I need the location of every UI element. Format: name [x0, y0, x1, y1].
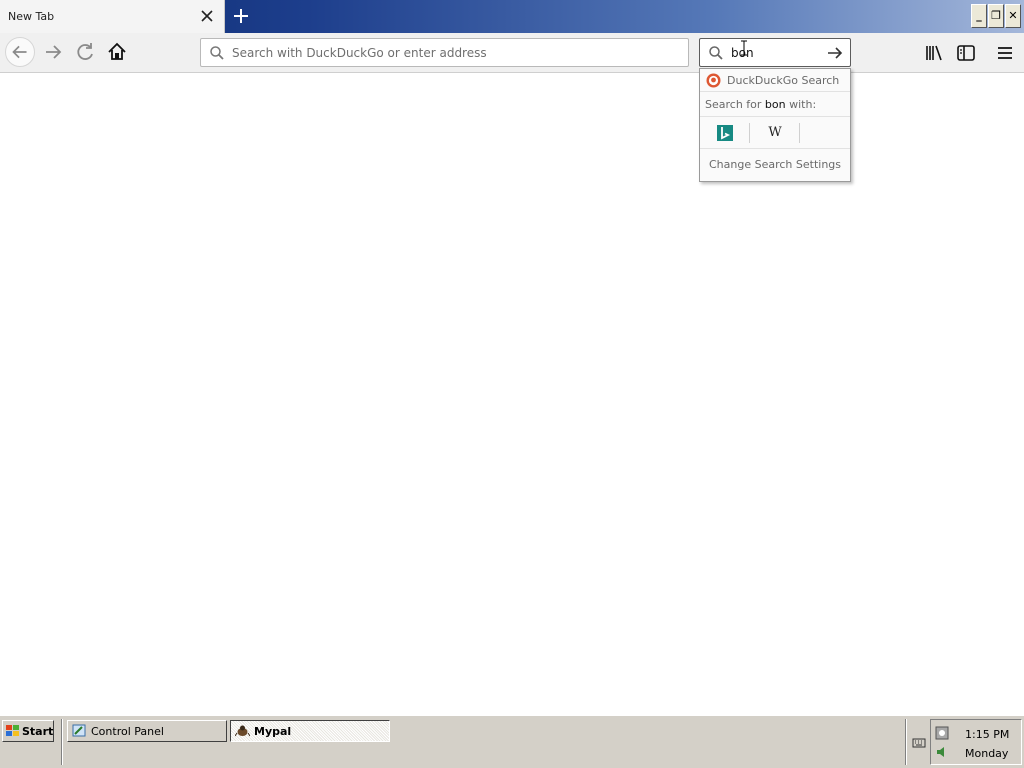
- engine-separator: [799, 123, 800, 143]
- reload-icon[interactable]: [70, 37, 100, 67]
- network-icon[interactable]: [935, 726, 949, 740]
- wikipedia-icon[interactable]: W: [767, 125, 783, 141]
- one-off-engines: W: [700, 116, 850, 149]
- forward-arrow-icon[interactable]: [38, 37, 68, 67]
- search-query: bon: [764, 98, 786, 111]
- keyboard-icon[interactable]: [912, 736, 926, 748]
- bing-icon[interactable]: [717, 125, 733, 141]
- current-engine-row[interactable]: DuckDuckGo Search: [700, 69, 850, 92]
- address-input[interactable]: [232, 43, 672, 62]
- close-icon[interactable]: [199, 8, 215, 24]
- url-bar[interactable]: [200, 38, 689, 67]
- start-button[interactable]: Start: [2, 720, 54, 742]
- search-for-text: Search for bon with:: [705, 98, 816, 111]
- close-window-button[interactable]: ✕: [1005, 4, 1021, 28]
- search-for-suffix: with:: [785, 98, 817, 111]
- home-icon[interactable]: [102, 37, 132, 67]
- hamburger-menu-icon[interactable]: [994, 42, 1016, 64]
- tab-title: New Tab: [8, 10, 55, 23]
- search-bar[interactable]: [699, 38, 851, 67]
- search-icon: [709, 46, 723, 60]
- library-icon[interactable]: [923, 42, 945, 64]
- duckduckgo-icon: [706, 73, 721, 88]
- taskbar: Start Control Panel Mypal 1:15 PM Monday: [0, 715, 1024, 768]
- start-label: Start: [22, 725, 54, 738]
- task-label: Control Panel: [91, 725, 164, 738]
- control-panel-icon: [72, 724, 86, 737]
- change-search-settings-button[interactable]: Change Search Settings: [700, 158, 850, 171]
- taskbar-button-mypal[interactable]: Mypal: [230, 720, 390, 742]
- clock-time: 1:15 PM: [965, 728, 1010, 741]
- tab-strip: New Tab _ ❐ ✕: [0, 0, 1024, 33]
- taskbar-separator: [905, 719, 907, 765]
- system-tray: 1:15 PM Monday: [930, 719, 1022, 765]
- clock-day: Monday: [965, 747, 1009, 760]
- taskbar-button-control-panel[interactable]: Control Panel: [67, 720, 227, 742]
- tab-new-tab[interactable]: New Tab: [0, 0, 225, 33]
- engine-label: DuckDuckGo Search: [727, 74, 840, 87]
- plus-icon[interactable]: [230, 5, 252, 27]
- volume-icon[interactable]: [935, 745, 949, 759]
- engine-separator: [749, 123, 750, 143]
- search-suggestions-popup: DuckDuckGo Search Search for bon with: W…: [699, 68, 851, 182]
- taskbar-separator: [61, 719, 63, 765]
- sidebar-icon[interactable]: [955, 42, 977, 64]
- back-arrow-icon[interactable]: [5, 37, 35, 67]
- search-for-prefix: Search for: [705, 98, 765, 111]
- search-icon: [210, 46, 224, 60]
- arrow-right-icon[interactable]: [826, 45, 844, 61]
- mypal-icon: [235, 725, 250, 737]
- minimize-button[interactable]: _: [971, 4, 987, 28]
- navigation-toolbar: [0, 33, 1024, 73]
- windows-flag-icon: [6, 725, 19, 736]
- maximize-button[interactable]: ❐: [988, 4, 1004, 28]
- text-cursor-icon: [741, 40, 747, 56]
- task-label: Mypal: [254, 725, 292, 738]
